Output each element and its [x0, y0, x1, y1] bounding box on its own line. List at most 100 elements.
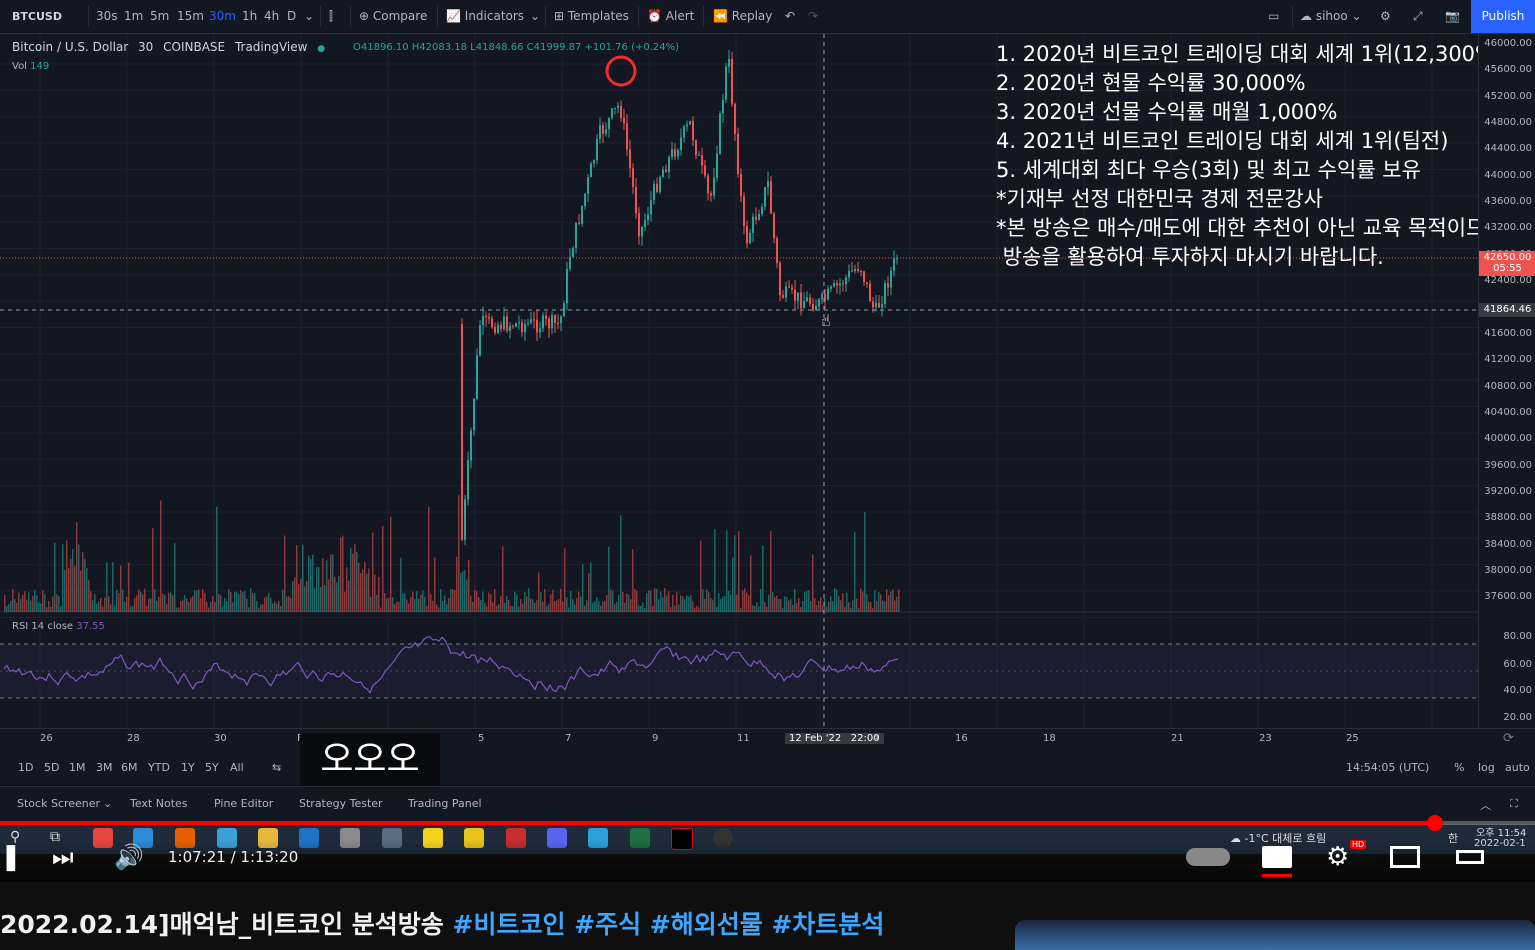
volume-bar [678, 604, 680, 612]
price-tick-label: 40800.00 [1484, 380, 1532, 392]
volume-bar [466, 579, 468, 612]
interval-30m[interactable]: 30m [209, 0, 236, 33]
candle-body [767, 181, 769, 188]
candle-body [524, 323, 526, 333]
volume-bar [696, 605, 698, 612]
replay-button[interactable]: ⏪ Replay [713, 0, 772, 33]
tab-pine-editor[interactable]: Pine Editor [214, 797, 273, 810]
layout-icon[interactable]: ▭ [1268, 0, 1279, 33]
chevron-up-icon[interactable]: ︿ [1480, 797, 1491, 813]
tab-trading-panel[interactable]: Trading Panel [408, 797, 482, 810]
volume-bar [490, 594, 492, 612]
volume-bar [282, 589, 284, 612]
fullscreen-icon[interactable]: ⤢ [1413, 0, 1423, 33]
chart-type-icon[interactable]: ⫿ [329, 0, 333, 33]
indicators-dropdown-icon[interactable]: ⌄ [530, 0, 540, 33]
alert-button[interactable]: ⏰ Alert [647, 0, 694, 33]
compare-button[interactable]: ⊕ Compare [359, 0, 427, 33]
maximize-icon[interactable]: ⛶ [1510, 797, 1518, 811]
interval-dropdown-icon[interactable]: ⌄ [304, 0, 314, 33]
volume-bar [610, 589, 612, 612]
range-button[interactable]: 1Y [181, 761, 195, 774]
camera-icon[interactable]: 📷 [1445, 0, 1460, 33]
settings-gear-icon[interactable]: ⚙ [1326, 842, 1349, 872]
volume-bar [444, 595, 446, 612]
volume-bar [450, 589, 452, 612]
volume-bar [580, 597, 582, 612]
candle-body [884, 283, 886, 305]
price-axis[interactable]: 46000.00 45600.00 45200.00 44800.00 44400.00… [1478, 34, 1535, 728]
volume-bar [256, 600, 258, 612]
range-button[interactable]: YTD [148, 761, 170, 774]
volume-bar [470, 595, 472, 612]
volume-bar [182, 599, 184, 612]
candle-body [566, 268, 568, 304]
symbol-search[interactable]: BTCUSD [12, 0, 62, 33]
subtitles-icon[interactable] [1262, 846, 1292, 868]
volume-bar [894, 600, 896, 612]
publish-button[interactable]: Publish [1471, 0, 1535, 33]
scale-button[interactable]: auto [1505, 761, 1530, 774]
miniplayer-icon[interactable] [1390, 846, 1420, 868]
volume-bar [642, 602, 644, 612]
volume-bar [650, 590, 652, 612]
cloud-user-button[interactable]: ☁ sihoo ⌄ [1300, 0, 1362, 33]
rsi-label[interactable]: RSI 14 close [12, 621, 73, 632]
indicators-button[interactable]: 📈 Indicators [446, 0, 524, 33]
pause-icon[interactable]: ❚ [0, 842, 22, 872]
video-hashtags[interactable]: #비트코인 #주식 #해외선물 #차트분석 [453, 910, 885, 939]
refresh-icon[interactable]: ⟳ [1503, 731, 1514, 746]
interval-4h[interactable]: 4h [264, 0, 279, 33]
price-tick-label: 45600.00 [1484, 64, 1532, 76]
tab-stock-screener[interactable]: Stock Screener [17, 797, 100, 810]
volume-bar [324, 584, 326, 612]
chevron-down-icon[interactable]: ⌄ [103, 797, 112, 810]
range-button[interactable]: 6M [121, 761, 138, 774]
candle-body [545, 315, 547, 319]
volume-bar [884, 601, 886, 612]
gear-icon[interactable]: ⚙ [1380, 0, 1391, 33]
volume-bar [680, 595, 682, 612]
volume-bar [598, 601, 600, 612]
range-button[interactable]: 1D [18, 761, 33, 774]
price-tick-label: 42400.00 [1484, 275, 1532, 287]
interval-d[interactable]: D [287, 0, 296, 33]
undo-icon[interactable]: ↶ [785, 0, 795, 33]
range-button[interactable]: 1M [69, 761, 86, 774]
interval-1h[interactable]: 1h [242, 0, 257, 33]
range-button[interactable]: All [230, 761, 244, 774]
volume-bar [500, 595, 502, 612]
volume-bar [832, 601, 834, 612]
range-button[interactable]: 3M [96, 761, 113, 774]
divider [545, 6, 546, 27]
time-axis[interactable]: ⟳262830F5791112 Feb '22 22:0041618212325 [0, 728, 1535, 751]
interval-15m[interactable]: 15m [177, 0, 204, 33]
theater-mode-icon[interactable] [1456, 850, 1484, 864]
scale-button[interactable]: log [1478, 761, 1495, 774]
volume-bar [140, 591, 142, 612]
interval-5m[interactable]: 5m [150, 0, 169, 33]
volume-bar [624, 602, 626, 612]
tab-text-notes[interactable]: Text Notes [130, 797, 188, 810]
scrubber-handle[interactable] [1427, 815, 1443, 831]
volume-icon[interactable]: 🔊 [114, 843, 144, 871]
interval-30s[interactable]: 30s [96, 0, 118, 33]
range-button[interactable]: 5D [44, 761, 59, 774]
scale-button[interactable]: % [1454, 761, 1464, 774]
taskbar-clock[interactable]: 오후 11:54 [1476, 824, 1526, 839]
thumbnail-preview[interactable] [1015, 920, 1535, 950]
goto-date-icon[interactable]: ⇆ [272, 761, 281, 774]
interval-1m[interactable]: 1m [124, 0, 143, 33]
volume-bar [552, 589, 554, 612]
circle-annotation[interactable] [605, 55, 637, 87]
legend-title[interactable]: Bitcoin / U.S. Dollar [12, 40, 128, 54]
volume-bar [264, 597, 266, 612]
templates-button[interactable]: ⊞ Templates [554, 0, 629, 33]
tab-strategy-tester[interactable]: Strategy Tester [299, 797, 383, 810]
volume-bar [274, 601, 276, 612]
redo-icon[interactable]: ↷ [808, 0, 818, 33]
autoplay-toggle[interactable] [1186, 848, 1230, 866]
utc-clock[interactable]: 14:54:05 (UTC) [1346, 761, 1429, 774]
next-icon[interactable]: ⏭ [52, 843, 74, 871]
range-button[interactable]: 5Y [205, 761, 219, 774]
